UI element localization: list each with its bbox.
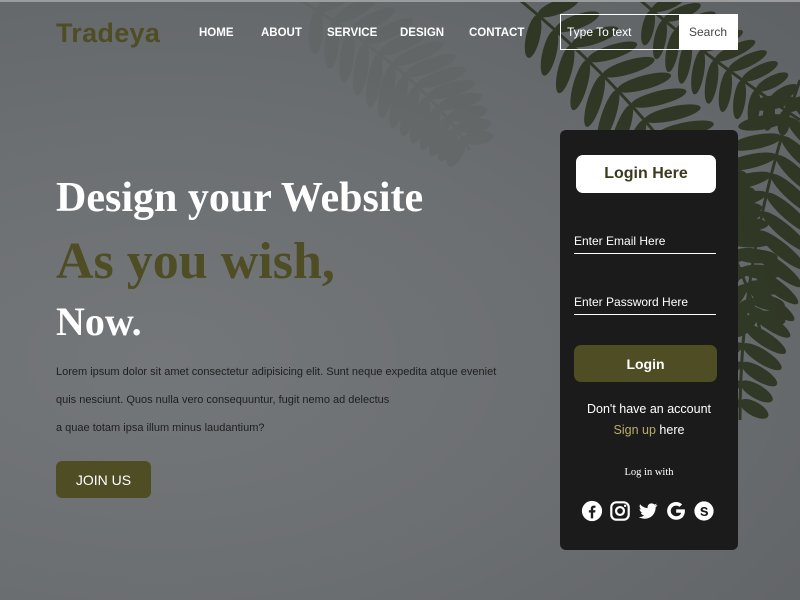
top-border <box>0 0 800 2</box>
nav-contact-link[interactable]: CONTACT <box>469 27 524 39</box>
login-card: Login Here Login Don't have an account S… <box>560 130 738 550</box>
signup-row: Sign up here <box>560 423 738 437</box>
nav-service-link[interactable]: SERVICE <box>327 27 377 39</box>
hero-heading-line1: Design your Website <box>56 175 424 221</box>
login-card-title: Login Here <box>576 155 716 193</box>
hero-description-line: Lorem ipsum dolor sit amet consectetur a… <box>56 366 497 378</box>
nav-design-link[interactable]: DESIGN <box>400 27 444 39</box>
signup-link[interactable]: Sign up <box>614 423 656 437</box>
hero-heading-line3: Now. <box>56 299 142 344</box>
email-field[interactable] <box>574 228 716 254</box>
hero-description-line: quis nesciunt. Quos nulla vero consequun… <box>56 394 390 406</box>
password-field[interactable] <box>574 289 716 315</box>
twitter-icon[interactable] <box>637 500 659 522</box>
instagram-icon[interactable] <box>609 500 631 522</box>
search-input[interactable] <box>561 15 679 49</box>
hero-heading-line2: As you wish, <box>56 233 335 290</box>
nav-home-link[interactable]: HOME <box>199 27 234 39</box>
login-button[interactable]: Login <box>574 345 717 382</box>
signup-suffix: here <box>655 423 685 437</box>
login-with-label: Log in with <box>624 467 674 478</box>
no-account-text: Don't have an account <box>587 402 711 416</box>
facebook-icon[interactable] <box>581 500 603 522</box>
search-button[interactable]: Search <box>679 15 737 49</box>
site-logo[interactable]: Tradeya <box>56 18 160 49</box>
skype-icon[interactable] <box>693 500 715 522</box>
google-icon[interactable] <box>665 500 687 522</box>
hero-description: Lorem ipsum dolor sit amet consectetur a… <box>56 358 497 442</box>
hero-description-line: a quae totam ipsa illum minus laudantium… <box>56 422 265 434</box>
nav-about-link[interactable]: ABOUT <box>261 27 302 39</box>
search-bar: Search <box>560 14 738 50</box>
join-us-button[interactable]: JOIN US <box>56 461 151 498</box>
